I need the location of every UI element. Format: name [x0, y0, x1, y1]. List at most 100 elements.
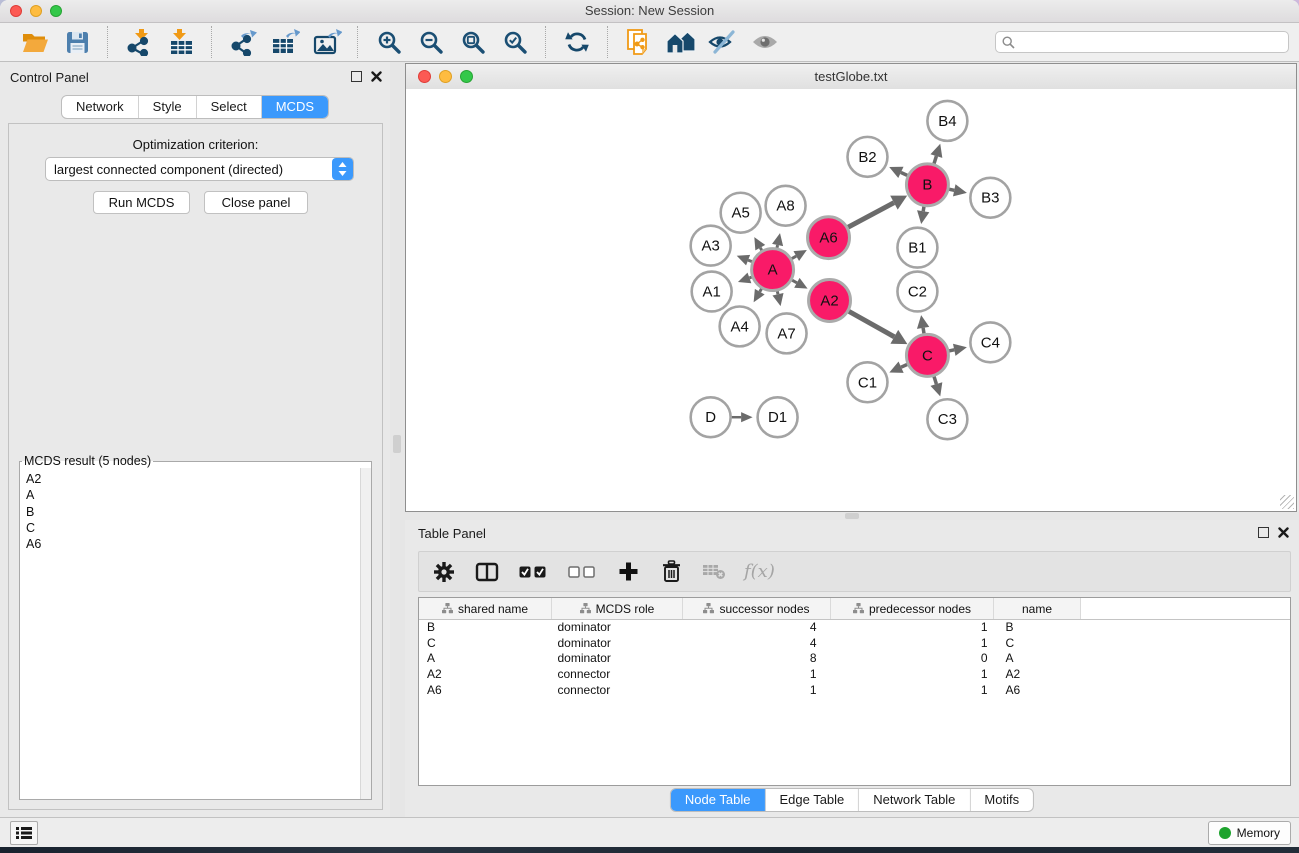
table-settings-button[interactable] — [431, 559, 457, 585]
graph-node-A2[interactable]: A2 — [809, 280, 851, 322]
svg-text:A8: A8 — [776, 198, 794, 215]
import-table-button[interactable] — [165, 26, 197, 58]
column-header-predecessor-nodes[interactable]: predecessor nodes — [831, 598, 994, 620]
graph-node-C1[interactable]: C1 — [848, 362, 888, 402]
column-header-successor-nodes[interactable]: successor nodes — [683, 598, 831, 620]
graph-node-A8[interactable]: A8 — [766, 186, 806, 226]
network-graph[interactable]: B4 B2 B B3 A8 A5 A6 A3 B1 A A1 C2 A2 A4 A7 C4 C C1 C3 D D1 — [406, 89, 1296, 511]
export-network-button[interactable] — [227, 26, 259, 58]
network-canvas[interactable]: B4 B2 B B3 A8 A5 A6 A3 B1 A A1 C2 A2 A4 A7 C4 C C1 C3 D D1 — [406, 89, 1296, 511]
graph-node-C[interactable]: C — [906, 334, 948, 376]
table-row[interactable]: A2connector11A2 — [419, 667, 1290, 683]
close-panel-button[interactable]: Close panel — [204, 191, 308, 214]
svg-text:D: D — [705, 409, 716, 426]
svg-text:C1: C1 — [858, 374, 877, 391]
graph-node-C2[interactable]: C2 — [897, 272, 937, 312]
table-row[interactable]: Cdominator41C — [419, 636, 1290, 652]
memory-button[interactable]: Memory — [1208, 821, 1291, 845]
mcds-result-box: MCDS result (5 nodes) A2ABCA6 — [19, 454, 372, 800]
graph-node-B4[interactable]: B4 — [927, 101, 967, 141]
birds-eye-view-button[interactable] — [749, 26, 781, 58]
graph-node-A4[interactable]: A4 — [720, 306, 760, 346]
tab-node-table[interactable]: Node Table — [671, 789, 766, 811]
result-scrollbar[interactable] — [360, 468, 371, 799]
divider-handle[interactable] — [393, 435, 401, 453]
select-all-button[interactable] — [517, 559, 549, 585]
column-header-name[interactable]: name — [994, 598, 1081, 620]
graph-node-B2[interactable]: B2 — [848, 137, 888, 177]
search-input[interactable] — [1019, 34, 1288, 50]
export-table-button[interactable] — [269, 26, 301, 58]
zoom-in-icon — [377, 30, 402, 55]
table-row[interactable]: Bdominator41B — [419, 620, 1290, 636]
hide-details-eye-icon — [708, 30, 738, 54]
mcds-result-item[interactable]: A — [26, 487, 371, 503]
svg-text:A7: A7 — [777, 325, 795, 342]
svg-text:C3: C3 — [938, 411, 957, 428]
run-mcds-button[interactable]: Run MCDS — [93, 191, 190, 214]
table-cell: 1 — [831, 667, 994, 683]
trash-icon — [661, 560, 682, 583]
table-cell: 1 — [831, 683, 994, 699]
divider-handle[interactable] — [845, 513, 859, 519]
tab-mcds[interactable]: MCDS — [262, 96, 328, 118]
open-session-button[interactable] — [19, 26, 51, 58]
graph-node-A1[interactable]: A1 — [692, 272, 732, 312]
mcds-result-item[interactable]: A2 — [26, 471, 371, 487]
column-header-shared-name[interactable]: shared name — [419, 598, 552, 620]
delete-column-button[interactable] — [658, 559, 684, 585]
table-toolbar: f(x) — [418, 551, 1291, 592]
mcds-result-item[interactable]: B — [26, 504, 371, 520]
zoom-out-button[interactable] — [415, 26, 447, 58]
graph-node-B3[interactable]: B3 — [970, 178, 1010, 218]
criterion-select[interactable]: largest connected component (directed) — [45, 157, 354, 181]
tab-edge-table[interactable]: Edge Table — [765, 789, 859, 811]
zoom-selected-button[interactable] — [499, 26, 531, 58]
show-hide-graphics-details-button[interactable] — [707, 26, 739, 58]
table-row[interactable]: Adominator80A — [419, 651, 1290, 667]
float-panel-icon[interactable] — [1258, 527, 1269, 538]
tab-select[interactable]: Select — [197, 96, 262, 118]
column-header-MCDS-role[interactable]: MCDS role — [552, 598, 683, 620]
vertical-divider[interactable] — [390, 62, 405, 817]
new-network-from-selection-button[interactable] — [623, 26, 655, 58]
function-builder-button[interactable]: f(x) — [744, 561, 775, 582]
show-panels-button[interactable] — [10, 821, 38, 845]
close-panel-icon[interactable] — [371, 71, 382, 82]
graph-node-A7[interactable]: A7 — [767, 313, 807, 353]
refresh-view-button[interactable] — [561, 26, 593, 58]
graph-node-B1[interactable]: B1 — [897, 228, 937, 268]
tab-network-table[interactable]: Network Table — [859, 789, 970, 811]
graph-node-A6[interactable]: A6 — [808, 217, 850, 259]
tab-network[interactable]: Network — [62, 96, 139, 118]
deselect-all-button[interactable] — [566, 559, 598, 585]
mcds-result-item[interactable]: A6 — [26, 536, 371, 552]
graph-node-C4[interactable]: C4 — [970, 322, 1010, 362]
export-image-button[interactable] — [311, 26, 343, 58]
search-field[interactable] — [995, 31, 1289, 53]
graph-node-D[interactable]: D — [691, 397, 731, 437]
zoom-in-button[interactable] — [373, 26, 405, 58]
graph-node-A5[interactable]: A5 — [721, 193, 761, 233]
resize-grip[interactable] — [1280, 495, 1294, 509]
zoom-fit-button[interactable] — [457, 26, 489, 58]
float-panel-icon[interactable] — [351, 71, 362, 82]
save-session-button[interactable] — [61, 26, 93, 58]
delete-table-button[interactable] — [701, 559, 727, 585]
home-first-neighbors-button[interactable] — [665, 26, 697, 58]
graph-node-A[interactable]: A — [752, 249, 794, 291]
graph-node-A3[interactable]: A3 — [691, 226, 731, 266]
table-row[interactable]: A6connector11A6 — [419, 683, 1290, 699]
graph-node-B[interactable]: B — [906, 164, 948, 206]
add-column-button[interactable] — [615, 559, 641, 585]
horizontal-divider[interactable] — [405, 512, 1299, 520]
import-network-button[interactable] — [123, 26, 155, 58]
tab-motifs[interactable]: Motifs — [970, 789, 1033, 811]
graph-node-D1[interactable]: D1 — [758, 397, 798, 437]
edge-arrowhead — [738, 273, 751, 284]
close-panel-icon[interactable] — [1278, 527, 1289, 538]
graph-node-C3[interactable]: C3 — [927, 399, 967, 439]
mcds-result-item[interactable]: C — [26, 520, 371, 536]
tab-style[interactable]: Style — [139, 96, 197, 118]
column-visibility-button[interactable] — [474, 559, 500, 585]
